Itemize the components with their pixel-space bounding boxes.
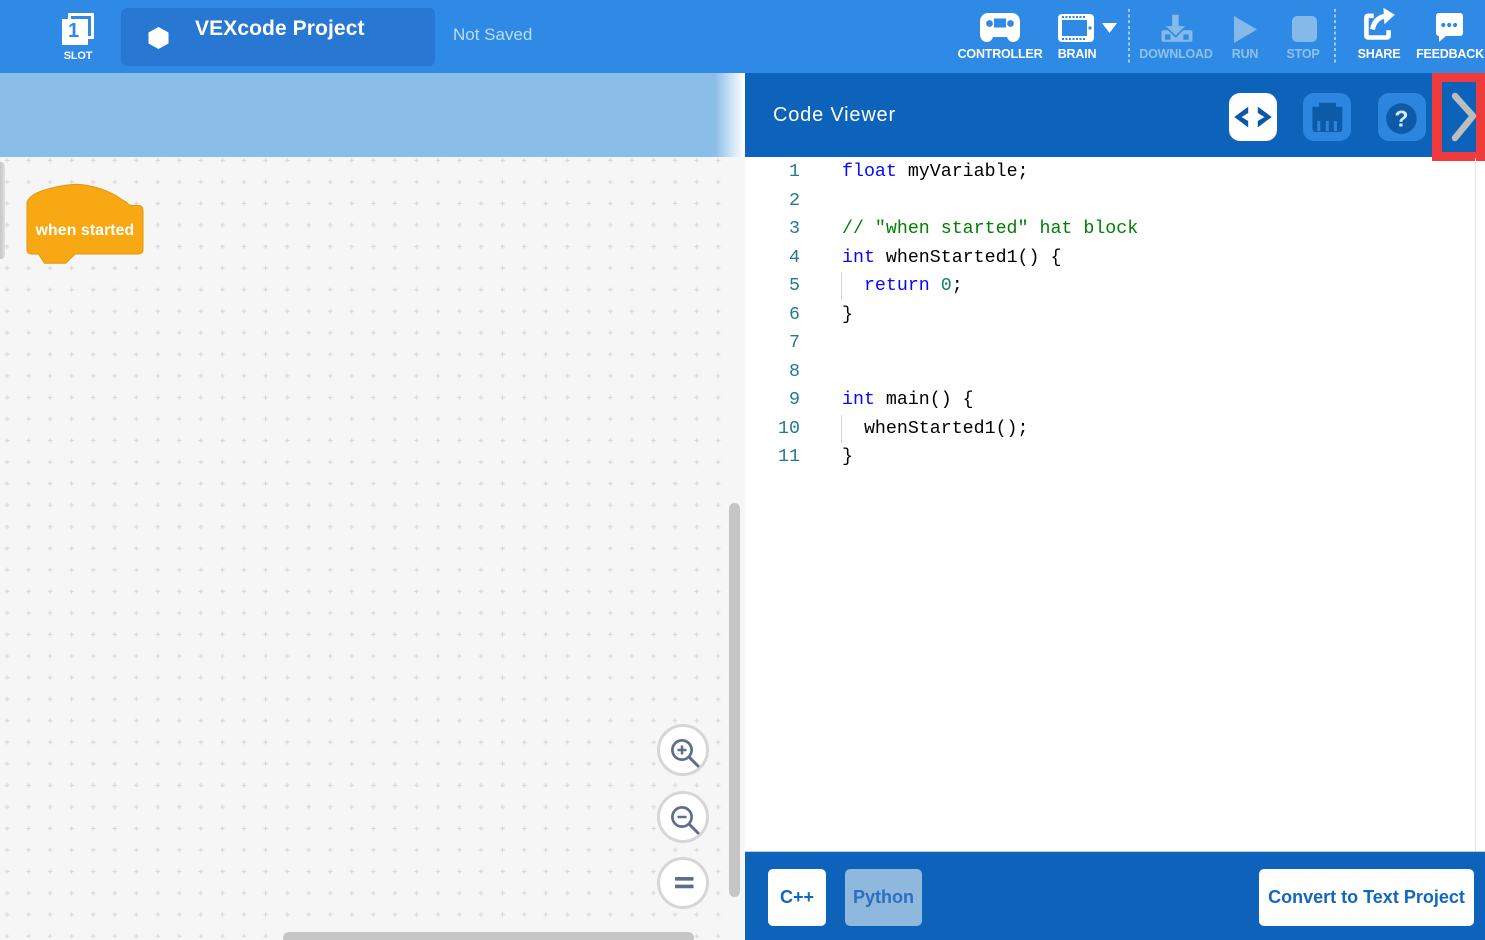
svg-text:1: 1 [68, 20, 79, 42]
svg-text:?: ? [1394, 106, 1408, 132]
svg-text:when started: when started [35, 222, 135, 239]
